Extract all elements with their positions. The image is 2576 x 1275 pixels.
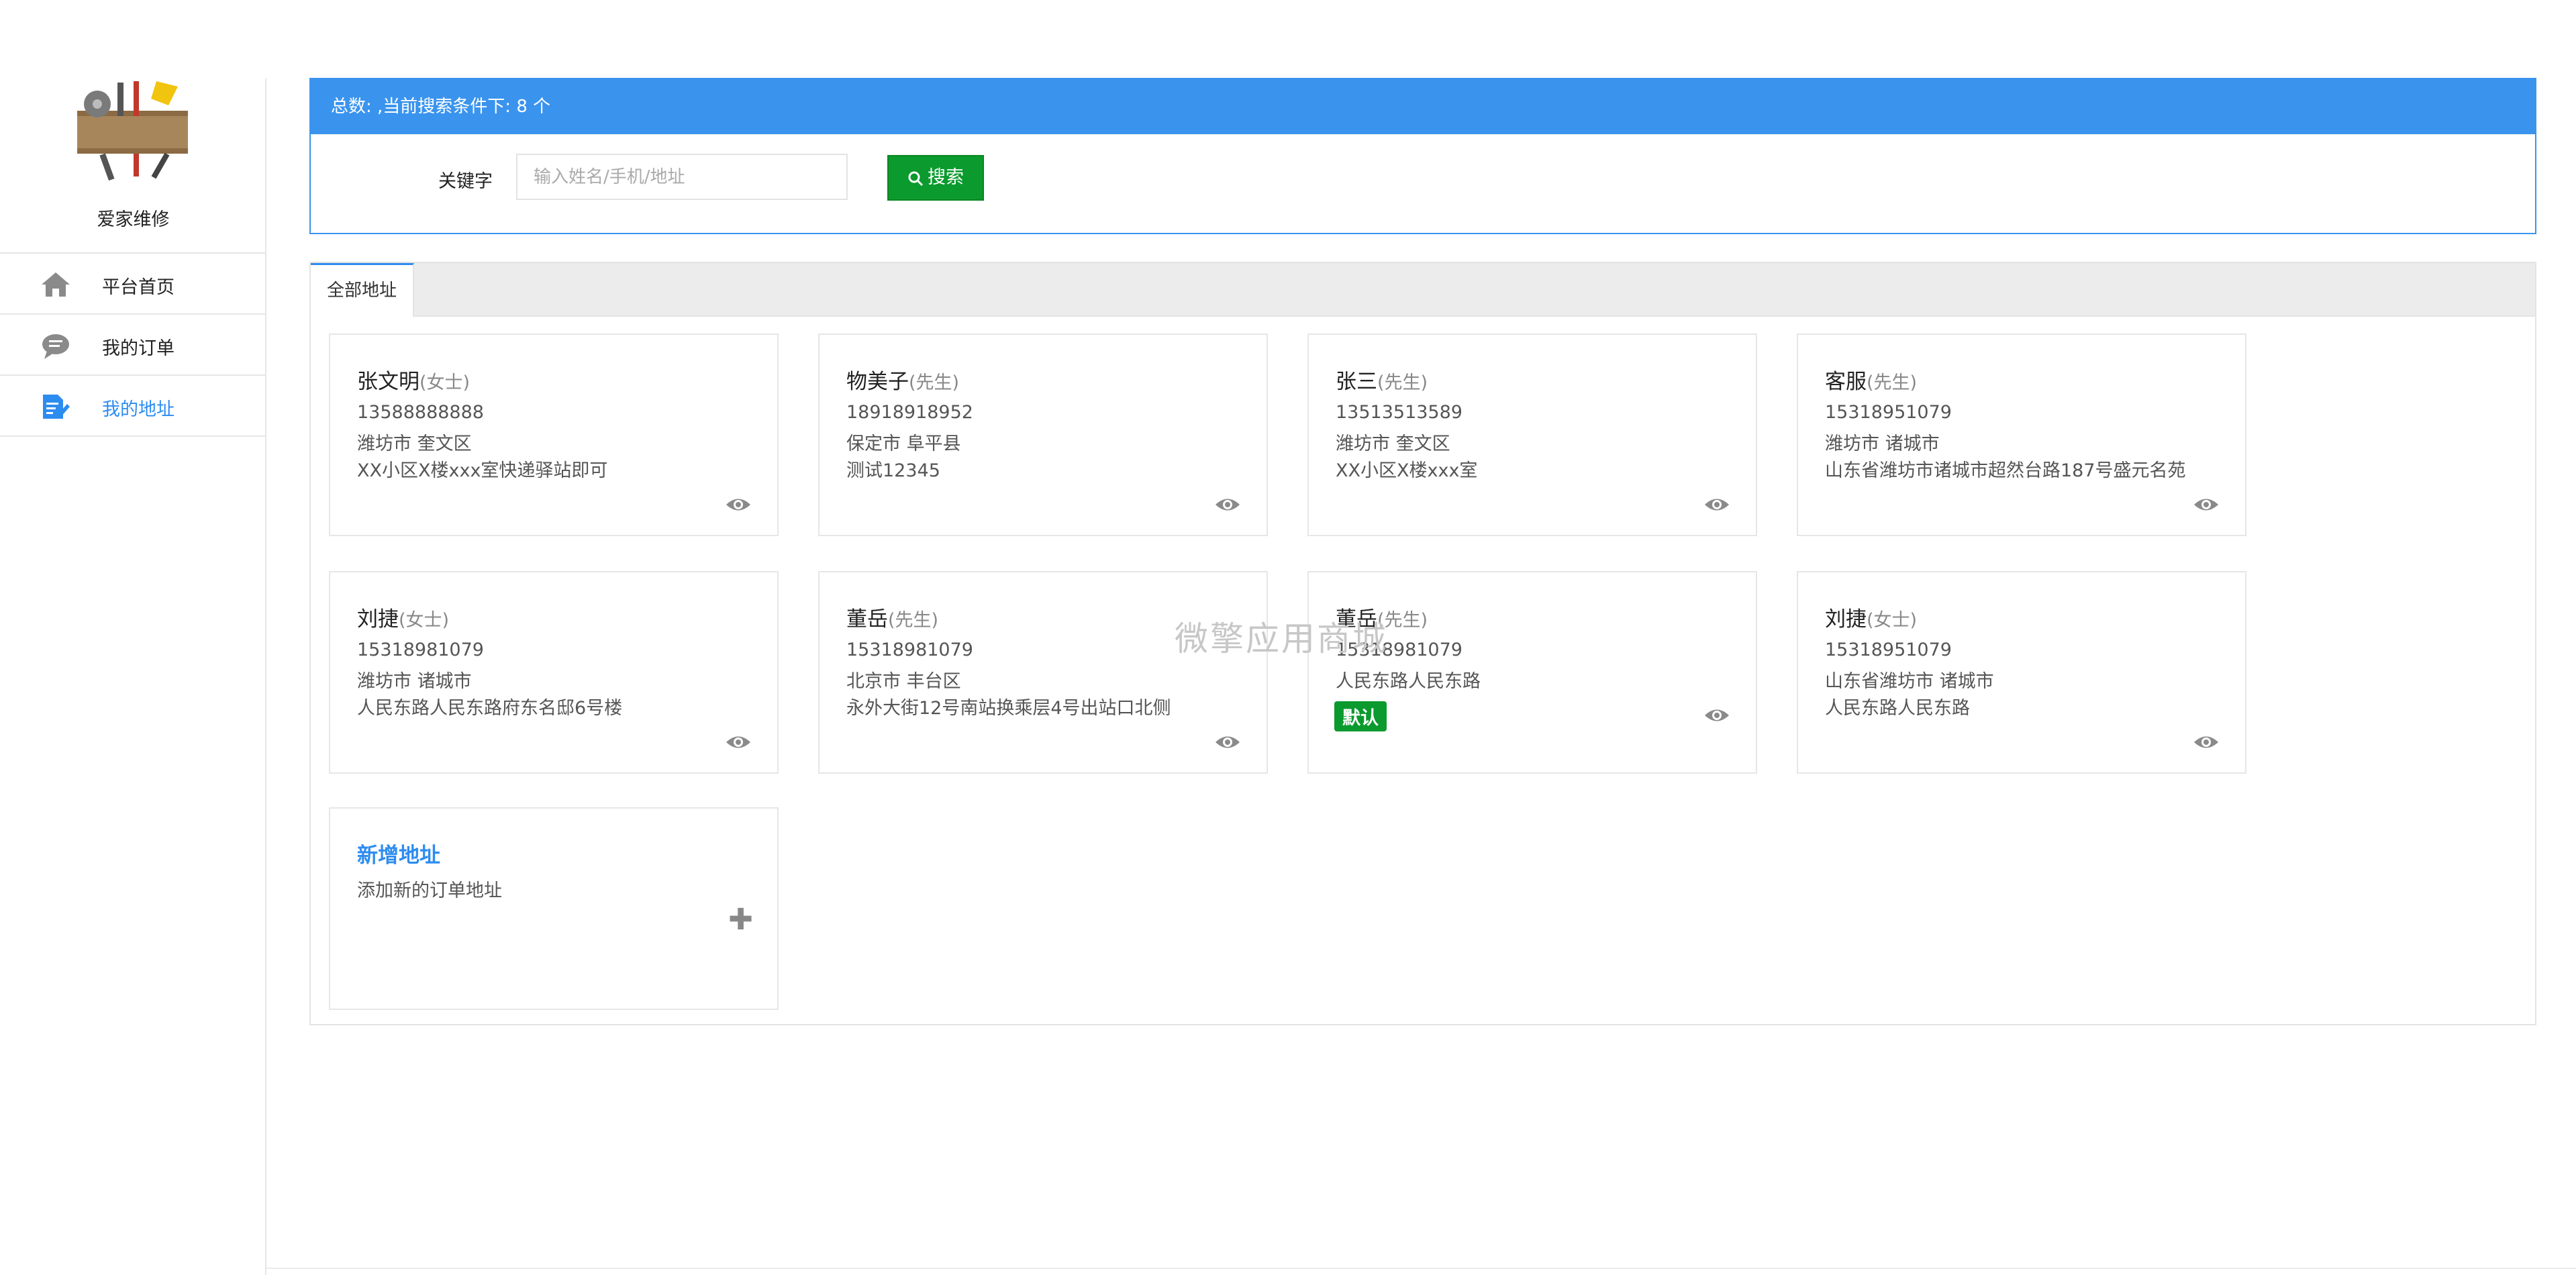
- region: 潍坊市 奎文区: [357, 434, 472, 454]
- address-card[interactable]: 客服(先生) 15318951079 潍坊市 诸城市 山东省潍坊市诸城市超然台路…: [1797, 334, 2246, 536]
- address-card[interactable]: 张三(先生) 13513513589 潍坊市 奎文区 XX小区X楼xxx室: [1307, 334, 1757, 536]
- region: 山东省潍坊市 诸城市: [1825, 671, 1994, 692]
- salutation: (先生): [888, 610, 939, 631]
- default-badge: 默认: [1334, 701, 1387, 731]
- region: 潍坊市 奎文区: [1336, 434, 1450, 454]
- sidebar-item-label: 我的订单: [102, 338, 175, 359]
- eye-icon[interactable]: [1703, 496, 1730, 513]
- region: 北京市 丰台区: [846, 671, 961, 692]
- address-detail: 人民东路人民东路府东名邸6号楼: [357, 698, 623, 719]
- eye-icon[interactable]: [725, 733, 752, 751]
- address-card[interactable]: 物美子(先生) 18918918952 保定市 阜平县 测试12345: [818, 334, 1268, 536]
- watermark: 微擎应用商城: [1175, 619, 1388, 658]
- address-detail: XX小区X楼xxx室快递驿站即可: [357, 460, 608, 481]
- address-detail: 人民东路人民东路: [1825, 698, 1970, 719]
- eye-icon[interactable]: [1214, 733, 1241, 751]
- address-detail: 测试12345: [846, 460, 940, 481]
- search-summary: 总数: ,当前搜索条件下: 8 个: [311, 79, 2535, 134]
- add-address-subtitle: 添加新的订单地址: [357, 880, 502, 901]
- salutation: (先生): [1377, 372, 1428, 393]
- region: 潍坊市 诸城市: [357, 671, 472, 692]
- address-detail: 山东省潍坊市诸城市超然台路187号盛元名苑: [1825, 460, 2186, 481]
- eye-icon[interactable]: [1703, 707, 1730, 724]
- sidebar-item-addresses[interactable]: 我的地址: [0, 376, 265, 437]
- phone: 13588888888: [357, 402, 484, 423]
- eye-icon[interactable]: [725, 496, 752, 513]
- sidebar-item-label: 我的地址: [102, 399, 175, 420]
- home-icon: [42, 272, 70, 297]
- address-card[interactable]: 刘捷(女士) 15318981079 潍坊市 诸城市 人民东路人民东路府东名邸6…: [329, 571, 779, 774]
- phone: 15318981079: [846, 640, 973, 660]
- salutation: (先生): [1867, 372, 1918, 393]
- chat-icon: [42, 334, 69, 359]
- search-button[interactable]: 搜索: [887, 155, 984, 201]
- address-card[interactable]: 张文明(女士) 13588888888 潍坊市 奎文区 XX小区X楼xxx室快递…: [329, 334, 779, 536]
- tab-bar: 全部地址: [311, 263, 2535, 317]
- plus-icon[interactable]: ✚: [728, 905, 753, 935]
- contact-name: 董岳: [846, 607, 888, 631]
- contact-name: 物美子: [846, 370, 909, 394]
- contact-name: 刘捷: [357, 607, 399, 631]
- tab-all-addresses[interactable]: 全部地址: [311, 263, 414, 317]
- eye-icon[interactable]: [2193, 733, 2220, 751]
- sidebar-item-home[interactable]: 平台首页: [0, 254, 265, 315]
- region: 潍坊市 诸城市: [1825, 434, 1940, 454]
- region: 人民东路人民东路: [1336, 671, 1481, 692]
- region: 保定市 阜平县: [846, 434, 961, 454]
- sidebar-item-orders[interactable]: 我的订单: [0, 315, 265, 376]
- address-card[interactable]: 董岳(先生) 15318981079 人民东路人民东路 默认: [1307, 571, 1757, 774]
- sidebar-item-label: 平台首页: [102, 277, 175, 298]
- add-address-card[interactable]: 新增地址 添加新的订单地址 ✚: [329, 807, 779, 1010]
- address-card[interactable]: 刘捷(女士) 15318951079 山东省潍坊市 诸城市 人民东路人民东路: [1797, 571, 2246, 774]
- contact-name: 刘捷: [1825, 607, 1867, 631]
- salutation: (女士): [419, 372, 470, 393]
- phone: 15318981079: [357, 640, 484, 660]
- edit-document-icon: [43, 395, 70, 419]
- add-address-title: 新增地址: [357, 844, 440, 868]
- phone: 15318951079: [1825, 402, 1952, 423]
- address-panel: 全部地址 张文明(女士) 13588888888 潍坊市 奎文区 XX小区X楼x…: [309, 262, 2536, 1025]
- logo-tools-icon: [77, 81, 188, 181]
- salutation: (女士): [399, 610, 450, 631]
- phone: 15318951079: [1825, 640, 1952, 660]
- contact-name: 张三: [1336, 370, 1377, 394]
- keyword-label: 关键字: [438, 171, 493, 192]
- contact-name: 客服: [1825, 370, 1867, 394]
- salutation: (女士): [1867, 610, 1918, 631]
- phone: 18918918952: [846, 402, 973, 423]
- phone: 13513513589: [1336, 402, 1463, 423]
- address-detail: 永外大街12号南站换乘层4号出站口北侧: [846, 698, 1171, 719]
- search-button-label: 搜索: [928, 167, 964, 188]
- search-icon: [908, 171, 924, 186]
- contact-name: 张文明: [357, 370, 419, 394]
- search-panel: 总数: ,当前搜索条件下: 8 个 关键字 搜索: [309, 78, 2536, 234]
- sidebar: 爱家维修 平台首页 我的订单 我的地址: [0, 79, 266, 1275]
- brand-name: 爱家维修: [97, 209, 170, 230]
- divider: [266, 1268, 2576, 1269]
- address-card[interactable]: 董岳(先生) 15318981079 北京市 丰台区 永外大街12号南站换乘层4…: [818, 571, 1268, 774]
- eye-icon[interactable]: [1214, 496, 1241, 513]
- salutation: (先生): [909, 372, 960, 393]
- search-input[interactable]: [516, 154, 848, 200]
- eye-icon[interactable]: [2193, 496, 2220, 513]
- address-detail: XX小区X楼xxx室: [1336, 460, 1478, 481]
